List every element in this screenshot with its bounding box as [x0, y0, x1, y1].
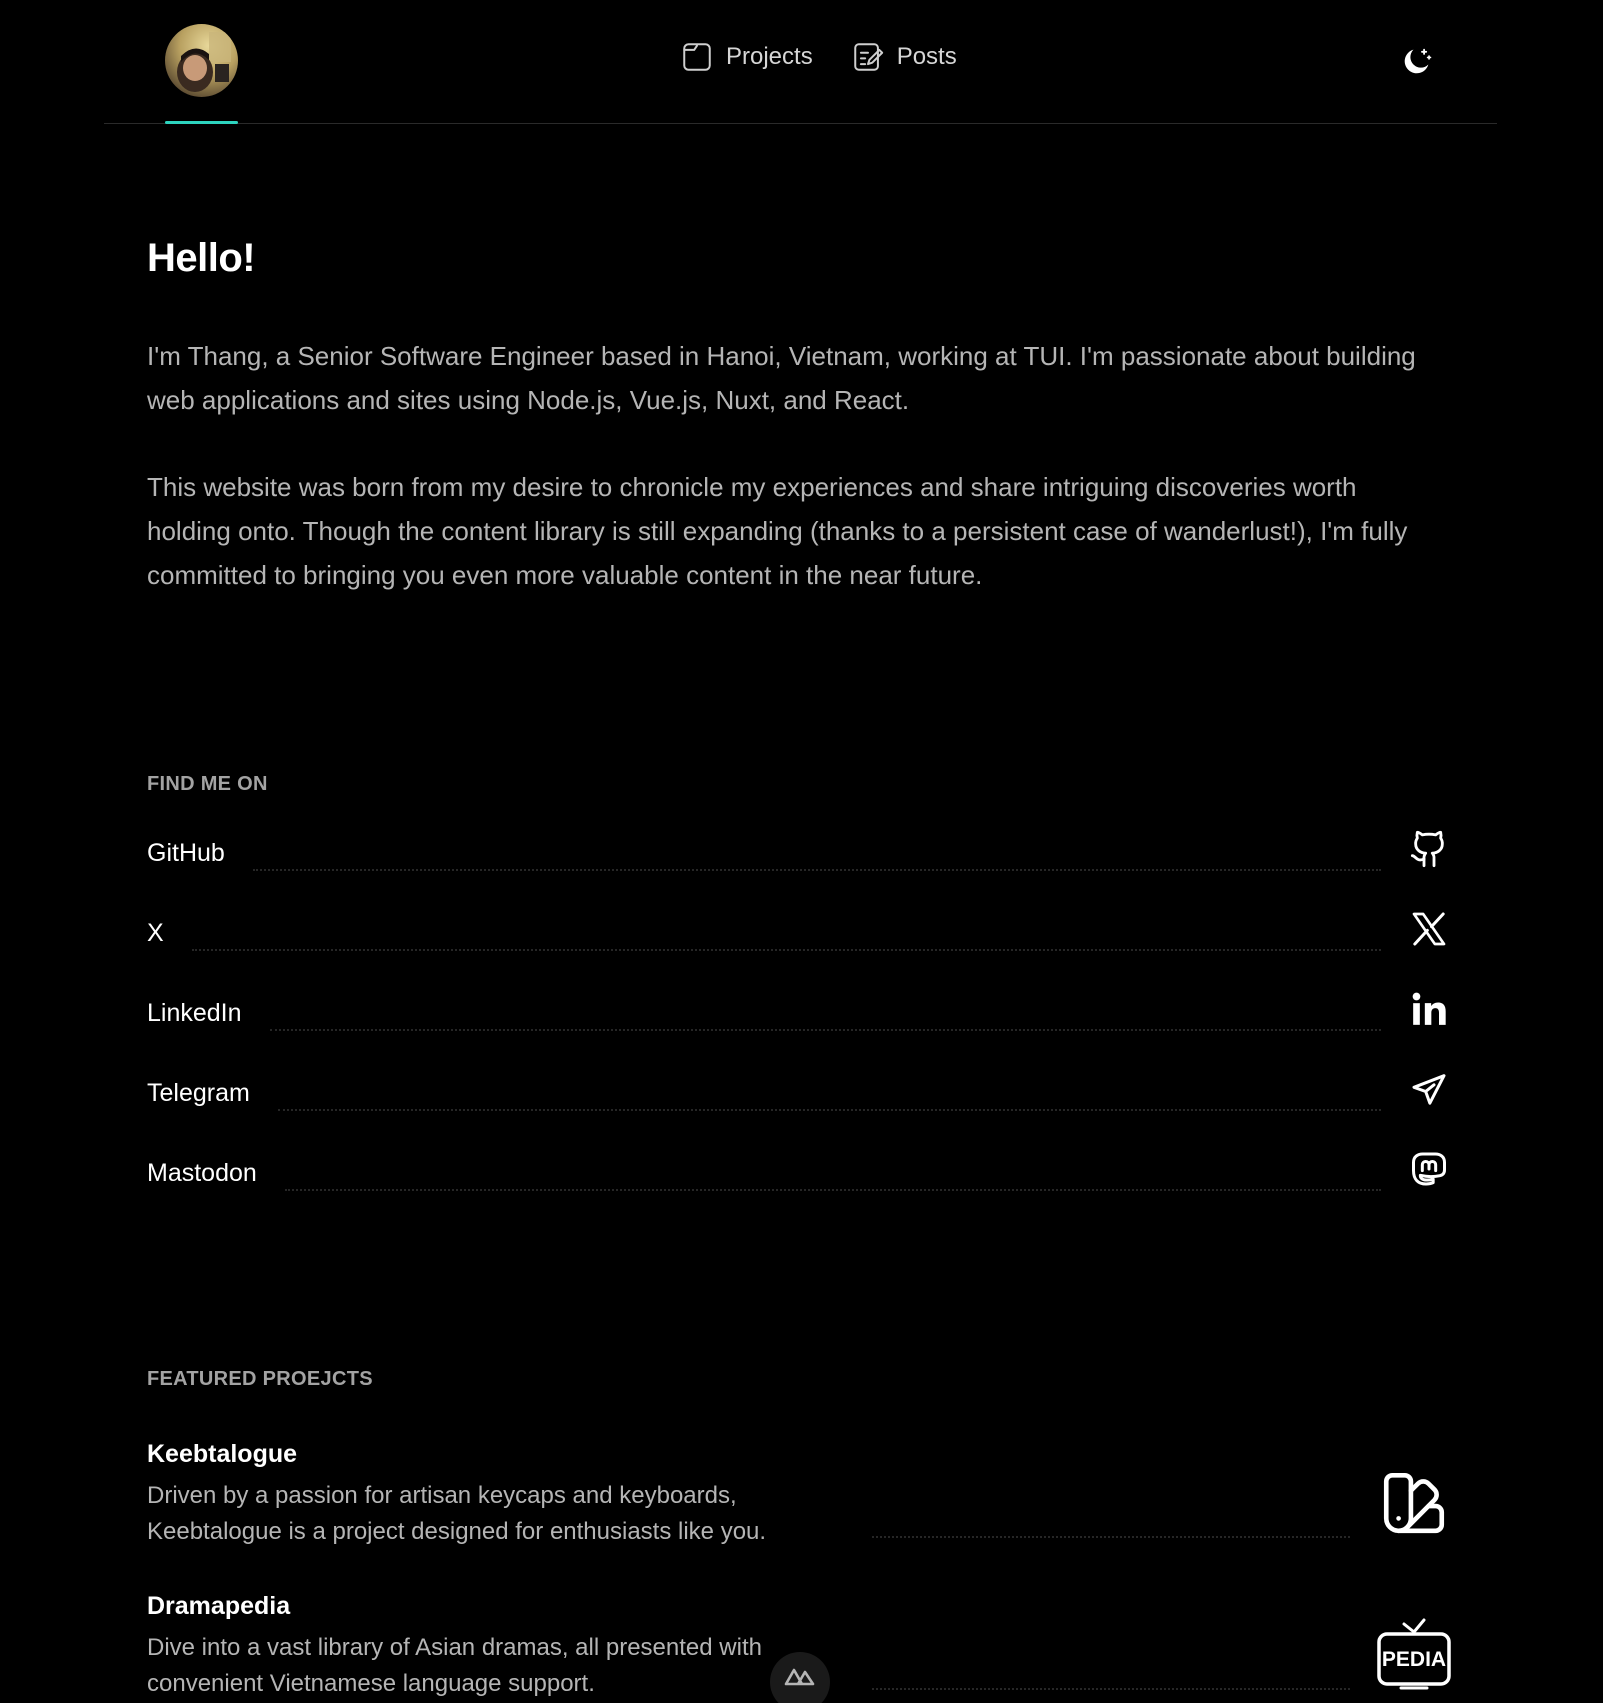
dotted-divider	[191, 909, 1381, 951]
dotted-divider	[872, 1688, 1350, 1690]
main-nav: Projects Posts	[680, 40, 957, 74]
social-link-telegram[interactable]: Telegram	[147, 1069, 1453, 1129]
avatar-photo	[165, 24, 238, 97]
swatchbook-icon	[1383, 1472, 1445, 1534]
social-link-github[interactable]: GitHub	[147, 829, 1453, 889]
nav-projects[interactable]: Projects	[680, 40, 813, 74]
nav-projects-label: Projects	[726, 43, 813, 70]
theme-toggle-button[interactable]	[1400, 44, 1434, 78]
intro-paragraph-2: This website was born from my desire to …	[147, 472, 1408, 590]
mastodon-icon	[1412, 1152, 1446, 1186]
project-name: Dramapedia	[147, 1592, 291, 1620]
x-icon	[1412, 912, 1446, 946]
active-indicator	[165, 121, 238, 124]
nav-posts[interactable]: Posts	[851, 40, 957, 74]
social-link-x[interactable]: X	[147, 909, 1453, 969]
page-title: Hello!	[147, 236, 256, 280]
project-description: Dive into a vast library of Asian dramas…	[147, 1634, 762, 1697]
tv-pedia-text: PEDIA	[1382, 1648, 1446, 1671]
tv-pedia-icon: PEDIA	[1377, 1618, 1451, 1690]
site-header: Projects Posts	[104, 0, 1497, 124]
social-link-linkedin[interactable]: LinkedIn	[147, 989, 1453, 1049]
github-icon	[1410, 830, 1444, 868]
nuxt-icon	[784, 1668, 815, 1686]
edit-note-icon	[853, 43, 883, 71]
dotted-divider	[872, 1536, 1350, 1538]
featured-projects-title: FEATURED PROEJCTS	[147, 1368, 373, 1390]
moon-icon	[1404, 48, 1432, 74]
dotted-divider	[269, 989, 1381, 1031]
social-link-mastodon[interactable]: Mastodon	[147, 1149, 1453, 1209]
project-description: Driven by a passion for artisan keycaps …	[147, 1482, 767, 1545]
dotted-divider	[284, 1149, 1381, 1191]
social-label: Mastodon	[147, 1159, 257, 1187]
intro-paragraph-1: I'm Thang, a Senior Software Engineer ba…	[147, 341, 1416, 415]
social-label: X	[147, 919, 164, 947]
avatar-link[interactable]	[165, 24, 238, 124]
project-card-keebtalogue[interactable]: Keebtalogue Driven by a passion for arti…	[147, 1440, 1453, 1580]
linkedin-icon	[1412, 992, 1446, 1025]
social-label: LinkedIn	[147, 999, 242, 1027]
nuxt-devtools-button[interactable]	[770, 1652, 830, 1703]
find-me-title: FIND ME ON	[147, 773, 268, 795]
folder-icon	[683, 43, 711, 71]
nav-posts-label: Posts	[896, 43, 957, 70]
project-name: Keebtalogue	[147, 1440, 298, 1468]
dotted-divider	[252, 829, 1381, 871]
telegram-icon	[1412, 1074, 1446, 1105]
dotted-divider	[277, 1069, 1381, 1111]
social-label: GitHub	[147, 839, 225, 867]
avatar[interactable]	[165, 24, 238, 97]
social-label: Telegram	[147, 1079, 250, 1107]
